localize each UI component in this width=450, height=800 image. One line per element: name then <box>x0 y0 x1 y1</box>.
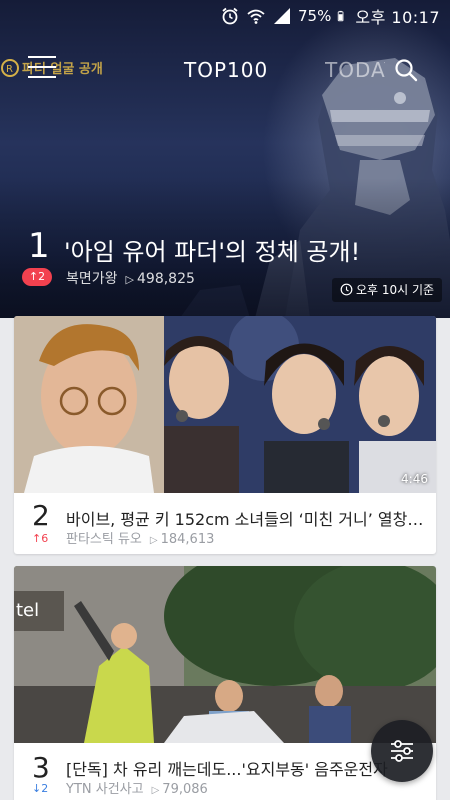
video-duration: 4:46 <box>401 472 428 486</box>
menu-icon-bar <box>28 66 56 68</box>
item-meta: 판타스틱 듀오 ▷ 184,613 <box>66 528 214 547</box>
hero-program[interactable]: 복면가왕 <box>66 271 118 287</box>
wifi-icon <box>247 9 265 24</box>
brand-logo: R 파더 얼굴 공개 <box>0 56 135 82</box>
item-program[interactable]: 판타스틱 듀오 <box>66 532 142 547</box>
item-rank: 3 <box>32 751 50 784</box>
item-meta: YTN 사건사고 ▷ 79,086 <box>66 778 208 797</box>
item-rank-change: ↓2 <box>32 782 49 795</box>
svg-text:R: R <box>6 64 13 75</box>
signal-icon <box>274 8 291 24</box>
item-views: 79,086 <box>162 782 208 797</box>
item-views: 184,613 <box>160 532 215 547</box>
clock-icon <box>340 283 353 296</box>
menu-icon-bar <box>28 56 56 58</box>
menu-icon-bar <box>28 76 56 78</box>
play-icon: ▷ <box>125 273 134 286</box>
play-icon: ▷ <box>151 785 160 796</box>
video-card[interactable]: 4:46 2 바이브, 평균 키 152cm 소녀들의 ‘미친 거니’ 열창에 … <box>14 316 436 554</box>
hero-views: 498,825 <box>137 271 195 287</box>
battery-percent: 75% <box>298 7 332 25</box>
hero-title[interactable]: '아임 유어 파더'의 정체 공개! <box>64 232 360 267</box>
tab-today[interactable]: TODAY <box>325 58 385 82</box>
top-nav: R 파더 얼굴 공개 TOP100 TODAY <box>0 42 450 98</box>
updated-time-chip: 오후 10시 기준 <box>332 278 443 302</box>
item-rank: 2 <box>32 499 50 532</box>
hero-rank-change-badge: ↑2 <box>22 268 52 286</box>
item-rank-change: ↑6 <box>32 532 49 545</box>
item-title[interactable]: 바이브, 평균 키 152cm 소녀들의 ‘미친 거니’ 열창에 ... <box>66 506 426 530</box>
alarm-icon <box>222 7 238 25</box>
sliders-icon <box>391 740 413 762</box>
play-icon: ▷ <box>149 535 158 546</box>
battery-icon <box>338 10 344 22</box>
updated-time-text: 오후 10시 기준 <box>356 283 435 297</box>
item-program[interactable]: YTN 사건사고 <box>66 782 144 797</box>
hero-banner[interactable]: 75% 오후 10:17 R 파더 얼굴 공개 TOP100 TODAY 1 ' <box>0 0 450 318</box>
status-bar: 75% 오후 10:17 <box>0 0 450 32</box>
brand-mark-icon: R <box>1 59 19 77</box>
video-thumbnail <box>14 316 436 493</box>
video-thumbnail: tel <box>14 566 436 743</box>
tab-top100[interactable]: TOP100 <box>184 58 268 82</box>
video-card[interactable]: tel 3 [단독] 차 유리 깨는데도...'요지부동' 음주운전자 ↓2 Y… <box>14 566 436 800</box>
clock-time: 오후 10:17 <box>355 8 440 27</box>
hero-meta: 복면가왕 ▷ 498,825 <box>66 268 195 288</box>
hero-rank: 1 <box>28 226 50 266</box>
menu-button[interactable] <box>28 56 56 80</box>
search-icon[interactable] <box>393 57 419 83</box>
svg-text:tel: tel <box>16 600 39 621</box>
filter-button[interactable] <box>371 720 433 782</box>
